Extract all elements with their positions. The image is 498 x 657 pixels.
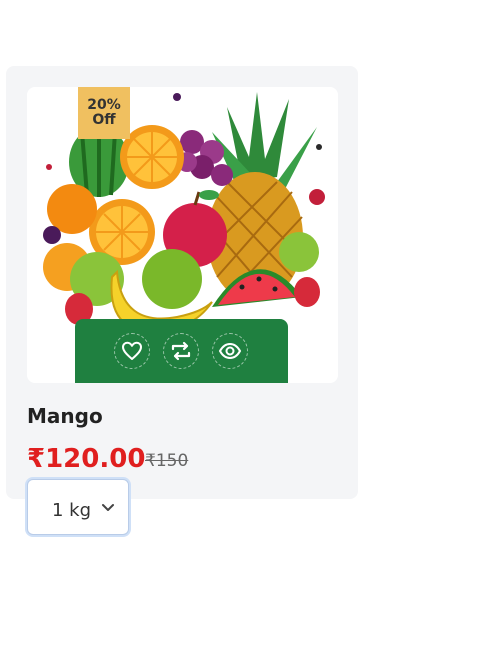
quantity-select[interactable]: 1 kg: [27, 479, 129, 535]
chevron-down-icon: [102, 504, 114, 511]
original-price: ₹150: [145, 451, 189, 471]
wishlist-button[interactable]: [114, 333, 150, 369]
current-price: ₹120.00: [27, 444, 146, 474]
product-title[interactable]: Mango: [27, 404, 103, 428]
discount-badge: 20% Off: [78, 87, 130, 139]
compare-icon: [171, 341, 191, 361]
discount-percent: 20%: [87, 97, 121, 113]
eye-icon: [218, 342, 242, 360]
quantity-value: 1 kg: [52, 500, 92, 521]
compare-button[interactable]: [163, 333, 199, 369]
product-actions-bar: [75, 319, 288, 383]
heart-icon: [122, 341, 142, 360]
discount-label: Off: [92, 112, 116, 128]
quick-view-button[interactable]: [212, 333, 248, 369]
